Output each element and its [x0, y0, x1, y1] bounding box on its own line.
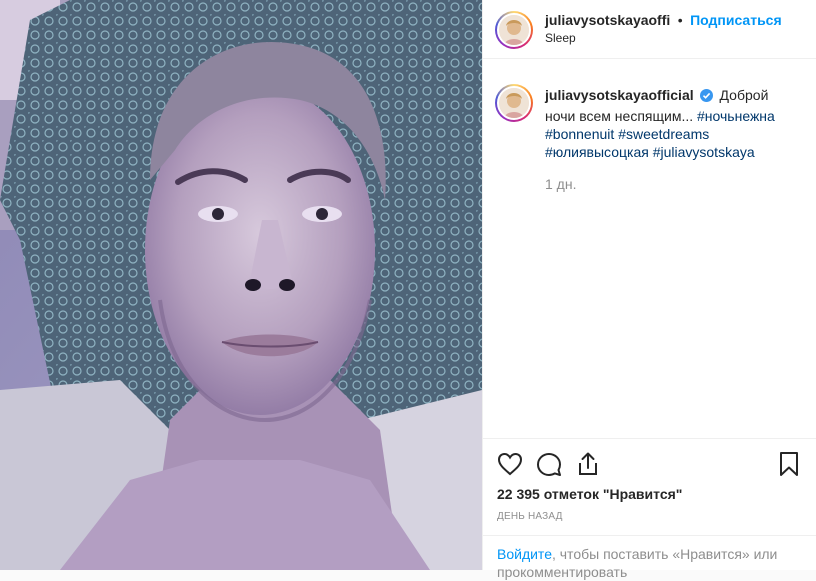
- login-prompt: Войдите, чтобы поставить «Нравится» или …: [497, 545, 797, 581]
- action-bar-divider: [483, 438, 816, 439]
- likes-count[interactable]: 22 395 отметок "Нравится": [497, 486, 682, 502]
- hashtag-link[interactable]: #bonnenuit: [545, 126, 614, 142]
- hashtag-link[interactable]: #юлиявысоцкая: [545, 144, 649, 160]
- caption-username[interactable]: juliavysotskayaofficial: [545, 87, 694, 103]
- caption-line1: Доброй: [719, 87, 769, 103]
- login-prompt-text2: прокомментировать: [497, 564, 628, 580]
- post-header: juliavysotskayaoffi • Подписаться Sleep: [483, 0, 816, 59]
- bookmark-icon[interactable]: [778, 451, 800, 477]
- post-photo[interactable]: [0, 0, 482, 570]
- author-avatar[interactable]: [495, 11, 533, 49]
- caption-time: 1 дн.: [545, 176, 577, 192]
- hashtag-link[interactable]: #ночьнежна: [697, 108, 775, 124]
- header-username[interactable]: juliavysotskayaoffi: [545, 12, 670, 28]
- location-link[interactable]: Sleep: [545, 31, 576, 45]
- avatar-image: [499, 15, 529, 45]
- verified-badge-icon: [700, 89, 714, 107]
- post-timestamp[interactable]: ДЕНЬ НАЗАД: [497, 511, 563, 522]
- login-divider: [483, 535, 816, 536]
- header-separator: •: [677, 12, 683, 28]
- caption-avatar[interactable]: [495, 84, 533, 122]
- caption-block: juliavysotskayaofficial Доброй ночи всем…: [545, 86, 800, 193]
- login-link[interactable]: Войдите: [497, 546, 552, 562]
- hashtag-link[interactable]: #juliavysotskaya: [653, 144, 755, 160]
- avatar-image: [499, 88, 529, 118]
- selfie-image: [0, 0, 482, 570]
- comment-icon[interactable]: [536, 452, 562, 476]
- hashtag-link[interactable]: #sweetdreams: [618, 126, 709, 142]
- heart-icon[interactable]: [497, 452, 523, 476]
- follow-button[interactable]: Подписаться: [690, 12, 782, 28]
- share-icon[interactable]: [576, 451, 600, 477]
- login-prompt-text: , чтобы поставить «Нравится» или: [551, 546, 778, 562]
- post-sidebar: juliavysotskayaoffi • Подписаться Sleep …: [482, 0, 816, 580]
- caption-text: ночи всем неспящим...: [545, 108, 697, 124]
